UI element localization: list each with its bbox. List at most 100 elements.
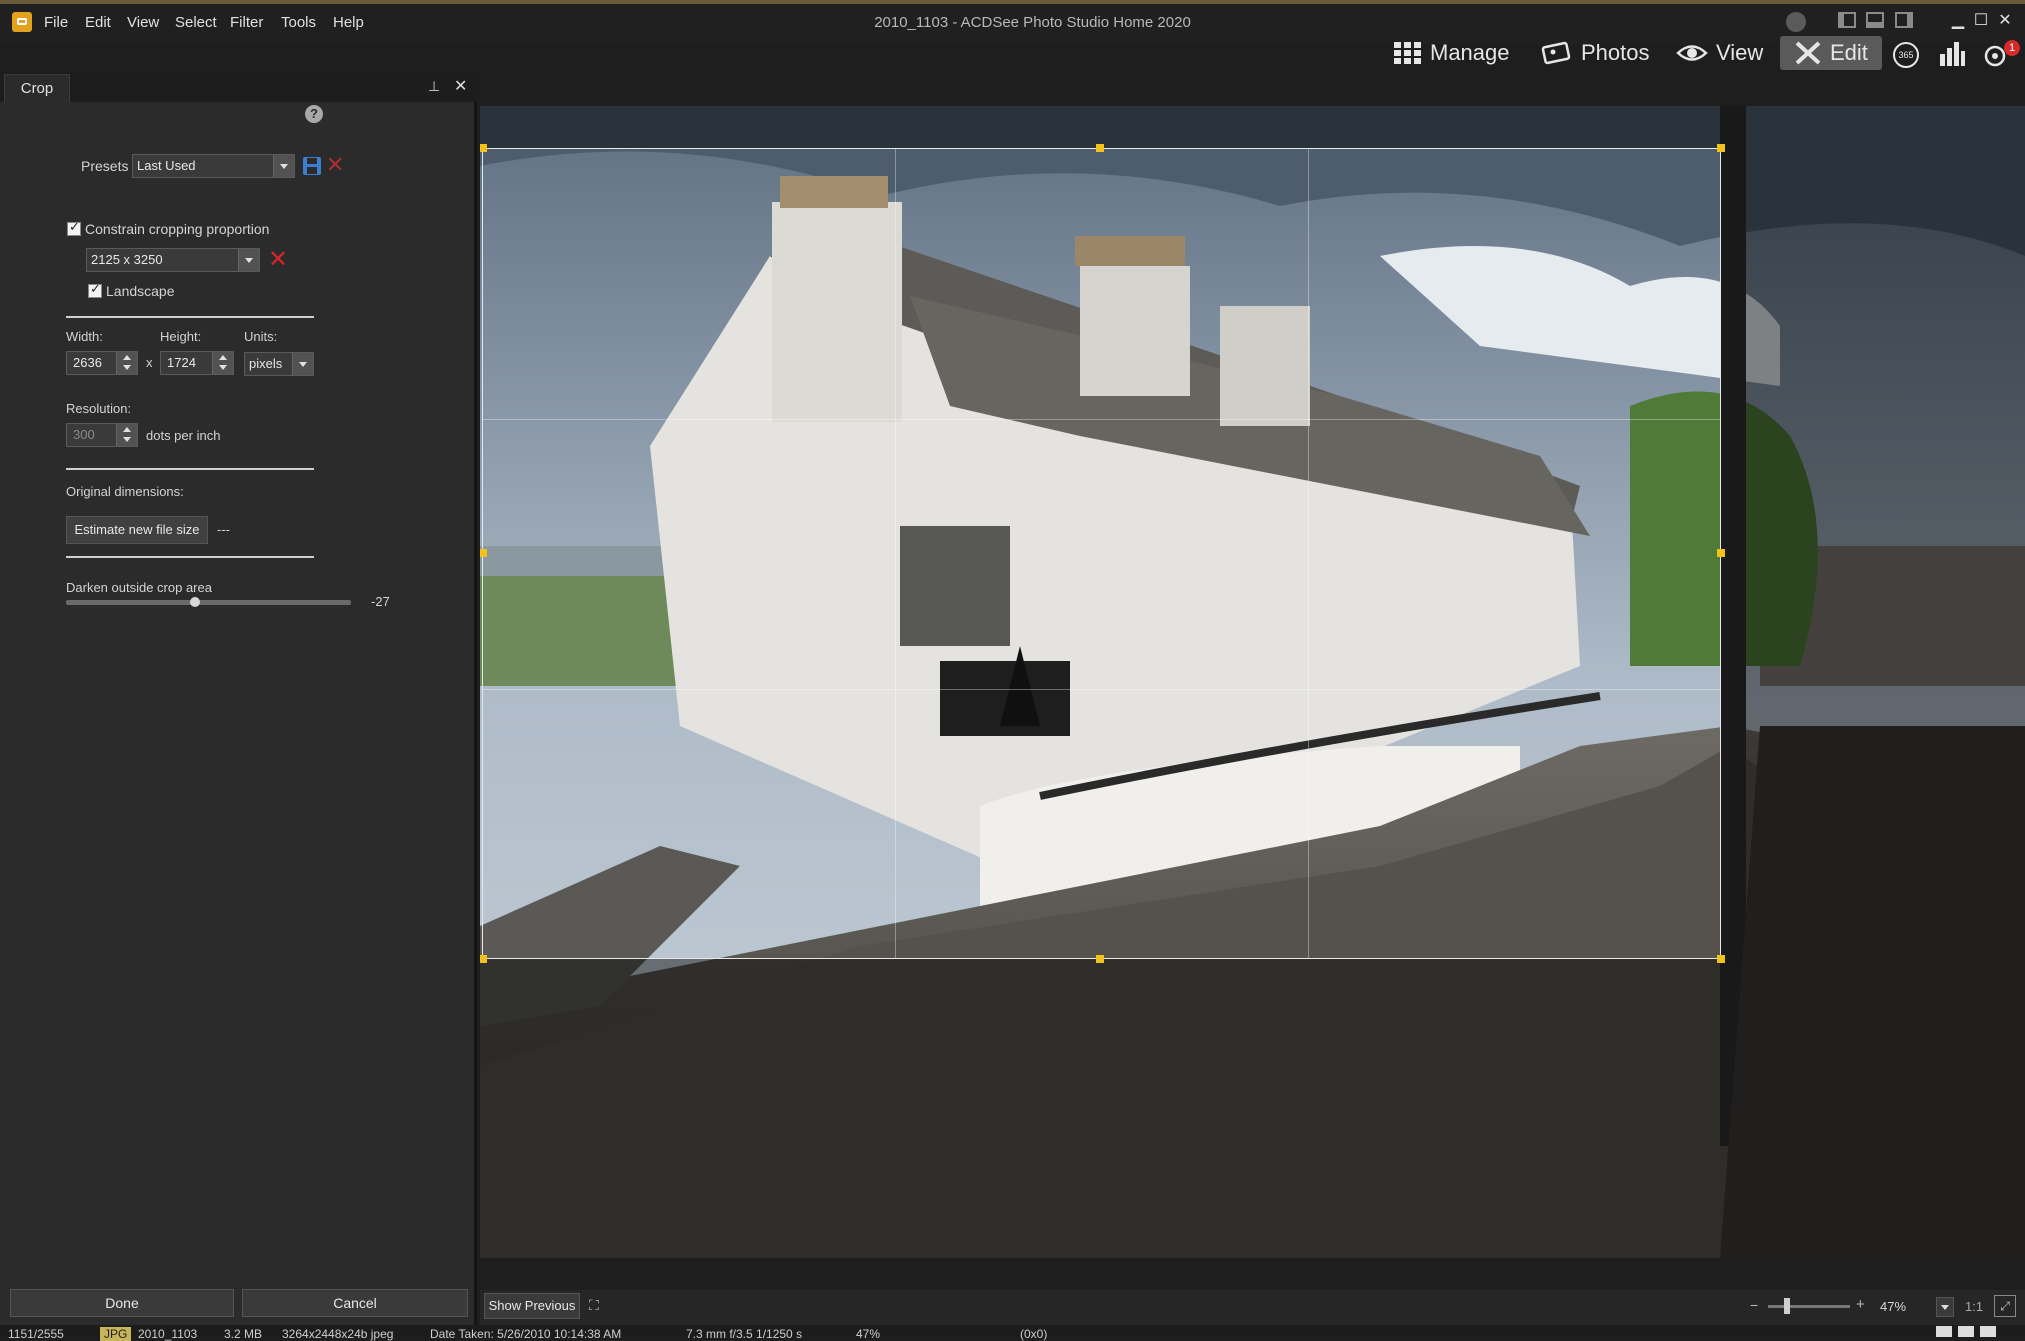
mode-photos-button[interactable]: Photos xyxy=(1541,36,1650,70)
crop-handle[interactable] xyxy=(480,955,487,963)
clear-proportion-icon[interactable]: ✕ xyxy=(268,247,288,271)
resolution-input[interactable]: 300 xyxy=(66,423,138,447)
crop-handle[interactable] xyxy=(1717,144,1725,152)
notification-badge: 1 xyxy=(2004,40,2020,56)
zoom-slider[interactable] xyxy=(1768,1305,1850,1308)
height-label: Height: xyxy=(160,329,202,344)
view-mode-icon[interactable] xyxy=(1958,1326,1974,1337)
darken-slider-handle[interactable] xyxy=(189,597,200,607)
layout-right-panel-icon[interactable] xyxy=(1895,12,1913,28)
dashboard-chart-icon[interactable] xyxy=(1938,40,1966,68)
layout-bottom-panel-icon[interactable] xyxy=(1866,12,1884,28)
help-icon[interactable]: ? xyxy=(305,105,323,123)
status-format-badge: JPG xyxy=(100,1327,132,1341)
show-previous-button[interactable]: Show Previous xyxy=(484,1293,580,1319)
minimize-icon[interactable]: ▁ xyxy=(1948,10,1968,30)
save-preset-icon[interactable] xyxy=(302,156,322,176)
chevron-down-icon xyxy=(1941,1305,1949,1310)
mode-edit-button[interactable]: Edit xyxy=(1780,36,1882,70)
crop-handle[interactable] xyxy=(1096,144,1104,152)
eye-icon xyxy=(1676,45,1708,61)
crop-handle[interactable] xyxy=(1717,549,1725,557)
crop-handle[interactable] xyxy=(1096,955,1104,963)
grid-line xyxy=(1308,149,1309,958)
resolution-label: Resolution: xyxy=(66,401,132,416)
photos-icon xyxy=(1541,41,1571,65)
panel-tab-bar xyxy=(0,72,477,102)
image-canvas[interactable] xyxy=(480,106,2025,1258)
estimate-value: --- xyxy=(217,522,230,537)
view-mode-icon[interactable] xyxy=(1936,1326,1952,1337)
presets-dropdown[interactable]: Last Used xyxy=(132,154,295,178)
original-dimensions-label: Original dimensions: xyxy=(66,484,184,499)
grid-line xyxy=(483,689,1720,690)
view-mode-icon[interactable] xyxy=(1980,1326,1996,1337)
dpi-label: dots per inch xyxy=(146,428,221,443)
units-label: Units: xyxy=(244,329,278,344)
actual-size-button[interactable]: 1:1 xyxy=(1965,1299,1983,1314)
constrain-label: Constrain cropping proportion xyxy=(85,221,270,237)
maximize-icon[interactable]: ☐ xyxy=(1971,10,1991,30)
height-stepper-icon[interactable] xyxy=(212,352,233,374)
mode-view-button[interactable]: View xyxy=(1676,36,1763,70)
width-stepper-icon[interactable] xyxy=(116,352,137,374)
tab-crop[interactable]: Crop xyxy=(4,74,70,103)
edit-tools-icon xyxy=(1795,41,1821,65)
zoom-in-icon[interactable]: + xyxy=(1856,1296,1865,1313)
account-icon[interactable] xyxy=(1786,12,1806,32)
close-window-icon[interactable]: ✕ xyxy=(1995,10,2015,30)
zoom-out-icon[interactable]: − xyxy=(1750,1297,1758,1313)
presets-label: Presets xyxy=(81,158,129,174)
status-exif: 7.3 mm f/3.5 1/1250 s xyxy=(686,1327,803,1341)
width-input[interactable]: 2636 xyxy=(66,351,138,375)
chevron-down-icon xyxy=(292,353,313,375)
proportion-dropdown[interactable]: 2125 x 3250 xyxy=(86,248,260,272)
mode-photos-label: Photos xyxy=(1581,40,1650,65)
status-zoom: 47% xyxy=(856,1327,881,1341)
crop-handle[interactable] xyxy=(480,549,487,557)
chevron-down-icon xyxy=(238,249,259,271)
fit-to-window-icon[interactable]: ⤢ xyxy=(1994,1295,2016,1317)
status-index: 1151/2555 xyxy=(8,1327,64,1341)
crop-handle[interactable] xyxy=(480,144,487,152)
grid-line xyxy=(483,419,1720,420)
fullscreen-icon[interactable]: ⛶ xyxy=(589,1297,599,1314)
grid-icon xyxy=(1394,42,1421,64)
status-filename: 2010_1103 xyxy=(138,1327,198,1341)
height-value: 1724 xyxy=(167,355,196,370)
units-dropdown[interactable]: pixels xyxy=(244,352,314,376)
cancel-button[interactable]: Cancel xyxy=(242,1289,468,1317)
mode-view-label: View xyxy=(1716,40,1764,65)
darken-slider[interactable] xyxy=(66,597,351,607)
window-title: 2010_1103 - ACDSee Photo Studio Home 202… xyxy=(874,14,1191,31)
delete-preset-icon[interactable]: ✕ xyxy=(326,155,344,177)
landscape-label: Landscape xyxy=(106,283,175,299)
crop-rectangle[interactable] xyxy=(482,148,1721,959)
darken-value: -27 xyxy=(371,594,390,609)
zoom-dropdown[interactable] xyxy=(1936,1297,1954,1317)
done-button[interactable]: Done xyxy=(10,1289,234,1317)
close-panel-icon[interactable]: ✕ xyxy=(454,76,467,96)
crop-handle[interactable] xyxy=(1717,955,1725,963)
resolution-stepper-icon[interactable] xyxy=(116,424,137,446)
layout-left-panel-icon[interactable] xyxy=(1838,12,1856,28)
crop-mask xyxy=(480,959,2025,1258)
status-coordinates: (0x0) xyxy=(1020,1327,1048,1341)
crop-mask xyxy=(480,106,2025,148)
status-dimensions: 3264x2448x24b jpeg xyxy=(282,1327,394,1341)
status-date-taken: Date Taken: 5/26/2010 10:14:38 AM xyxy=(430,1327,622,1341)
mode-manage-button[interactable]: Manage xyxy=(1394,36,1510,70)
mode-manage-label: Manage xyxy=(1430,40,1510,65)
divider xyxy=(66,556,314,558)
zoom-value: 47% xyxy=(1880,1299,1907,1314)
grid-line xyxy=(895,149,896,958)
constrain-checkbox[interactable] xyxy=(67,220,81,236)
landscape-checkbox[interactable] xyxy=(88,282,102,298)
height-input[interactable]: 1724 xyxy=(160,351,234,375)
pin-icon[interactable]: ⊥ xyxy=(428,78,440,95)
width-label: Width: xyxy=(66,329,103,344)
zoom-slider-handle[interactable] xyxy=(1784,1298,1790,1314)
estimate-file-size-button[interactable]: Estimate new file size xyxy=(66,516,208,544)
mode-edit-label: Edit xyxy=(1830,40,1868,65)
365-icon[interactable]: 365 xyxy=(1893,42,1919,68)
